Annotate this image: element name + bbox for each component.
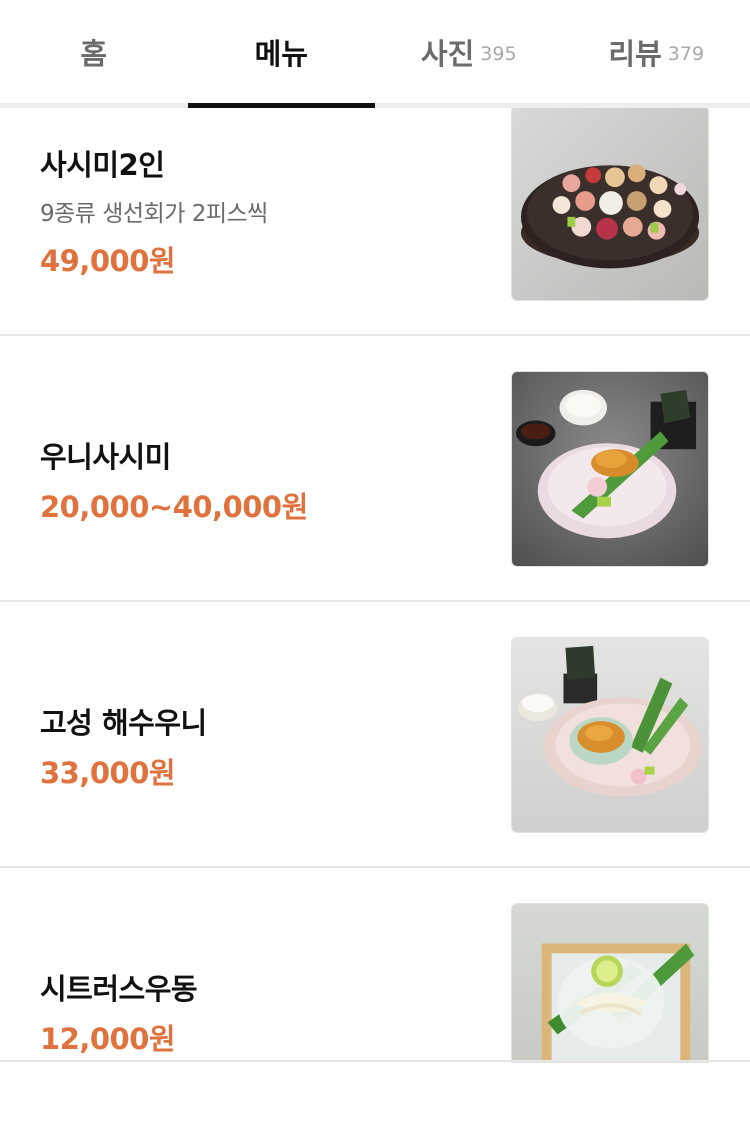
tab-photos-count: 395 bbox=[480, 39, 516, 65]
tab-reviews-label: 리뷰 bbox=[608, 31, 661, 73]
menu-item-name: 고성 해수우니 bbox=[40, 700, 480, 742]
menu-item-sashimi-2[interactable]: 사시미2인 9종류 생선회가 2피스씩 49,000원 bbox=[0, 70, 750, 336]
menu-item-uni-sashimi[interactable]: 우니사시미 20,000~40,000원 bbox=[0, 336, 750, 602]
tab-menu[interactable]: 메뉴 bbox=[188, 0, 376, 103]
menu-item-goseong-uni[interactable]: 고성 해수우니 33,000원 bbox=[0, 602, 750, 868]
tab-reviews-count: 379 bbox=[668, 39, 704, 65]
menu-item-text: 고성 해수우니 33,000원 bbox=[40, 700, 480, 792]
menu-item-price: 33,000원 bbox=[40, 750, 480, 792]
goseong-uni-photo[interactable] bbox=[511, 637, 709, 833]
tab-menu-label: 메뉴 bbox=[255, 31, 308, 73]
tab-home[interactable]: 홈 bbox=[0, 0, 188, 103]
menu-item-text: 시트러스우동 12,000원 bbox=[40, 966, 480, 1058]
tab-home-label: 홈 bbox=[80, 31, 107, 73]
menu-item-price: 49,000원 bbox=[40, 238, 480, 280]
menu-list: 사시미2인 9종류 생선회가 2피스씩 49,000원 bbox=[0, 70, 750, 1134]
menu-item-name: 시트러스우동 bbox=[40, 966, 480, 1008]
tab-photos[interactable]: 사진 395 bbox=[375, 0, 563, 103]
menu-item-name: 사시미2인 bbox=[40, 142, 480, 184]
tab-photos-label: 사진 bbox=[421, 31, 474, 73]
menu-item-description: 9종류 생선회가 2피스씩 bbox=[40, 194, 480, 228]
menu-item-price: 20,000~40,000원 bbox=[40, 484, 480, 526]
uni-sashimi-photo[interactable] bbox=[511, 371, 709, 567]
menu-item-citrus-udon[interactable]: 시트러스우동 12,000원 bbox=[0, 868, 750, 1134]
citrus-udon-photo[interactable] bbox=[511, 903, 709, 1063]
menu-item-price: 12,000원 bbox=[40, 1016, 480, 1058]
divider bbox=[0, 1060, 750, 1062]
tab-bar: 홈 메뉴 사진 395 리뷰 379 bbox=[0, 0, 750, 108]
tab-reviews[interactable]: 리뷰 379 bbox=[563, 0, 750, 103]
menu-item-text: 우니사시미 20,000~40,000원 bbox=[40, 434, 480, 526]
menu-item-text: 사시미2인 9종류 생선회가 2피스씩 49,000원 bbox=[40, 142, 480, 280]
sashimi-platter-photo[interactable] bbox=[511, 105, 709, 301]
menu-item-name: 우니사시미 bbox=[40, 434, 480, 476]
